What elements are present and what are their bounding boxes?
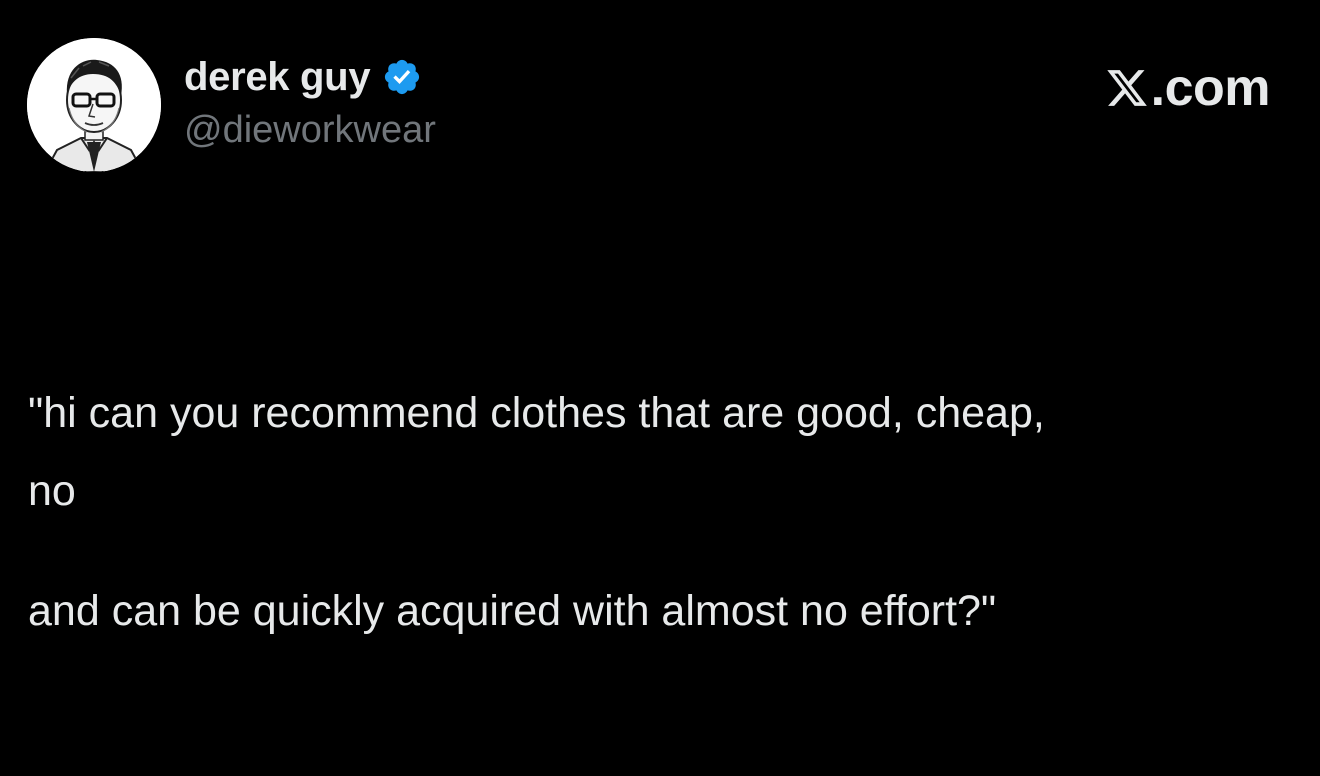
tweet-reply-text: no bbox=[28, 467, 76, 515]
avatar[interactable] bbox=[27, 38, 161, 172]
tweet-text: "hi can you recommend clothes that are g… bbox=[28, 248, 1288, 776]
tweet-card: derek guy @dieworkwear .com "hi can you … bbox=[0, 0, 1320, 635]
author-name-row[interactable]: derek guy bbox=[184, 52, 422, 102]
author-display-name[interactable]: derek guy bbox=[184, 52, 371, 102]
author-handle[interactable]: @dieworkwear bbox=[184, 106, 436, 154]
avatar-illustration bbox=[27, 38, 161, 172]
x-logo-icon bbox=[1105, 66, 1149, 110]
tweet-text-line-2: and can be quickly acquired with almost … bbox=[28, 587, 997, 635]
brand-domain-text: .com bbox=[1150, 59, 1271, 117]
tweet-text-line-1: "hi can you recommend clothes that are g… bbox=[28, 389, 1045, 437]
brand-logo: .com bbox=[1105, 58, 1271, 118]
verified-badge-icon bbox=[382, 57, 422, 97]
